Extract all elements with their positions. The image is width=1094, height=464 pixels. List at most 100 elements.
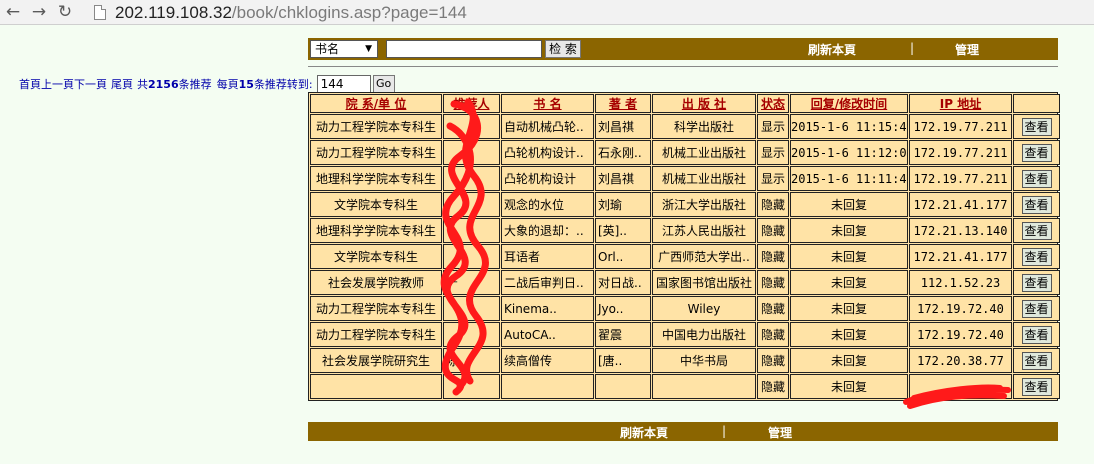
view-button[interactable]: 查看 xyxy=(1021,195,1052,214)
cell-recommender: 严 xyxy=(443,270,500,295)
cell-status: 隐藏 xyxy=(757,218,789,243)
cell-title[interactable]: 耳语者 xyxy=(501,244,594,269)
cell-title[interactable] xyxy=(501,374,594,399)
cell-recommender xyxy=(443,244,500,269)
cell-title[interactable]: 凸轮机构设计 xyxy=(501,166,594,191)
page-number-input[interactable] xyxy=(316,75,371,93)
cell-time: 未回复 xyxy=(790,322,908,347)
cell-author: 刘瑜 xyxy=(595,192,651,217)
view-button[interactable]: 查看 xyxy=(1021,143,1052,162)
view-button[interactable]: 查看 xyxy=(1021,299,1052,318)
address-bar[interactable]: 202.119.108.32/book/chklogins.asp?page=1… xyxy=(94,0,467,25)
cell-action: 查看 xyxy=(1013,114,1060,139)
prev-page-link[interactable]: 上一頁 xyxy=(41,76,74,92)
cell-time: 2015-1-6 11:12:01 xyxy=(790,140,908,165)
cell-author: 翟震 xyxy=(595,322,651,347)
cell-title[interactable]: 二战后审判日.. xyxy=(501,270,594,295)
view-button[interactable]: 查看 xyxy=(1021,117,1052,136)
cell-title[interactable]: 大象的退却：.. xyxy=(501,218,594,243)
toolbar-separator: | xyxy=(910,41,915,55)
per-page-suffix: 条推荐转到: xyxy=(253,78,313,91)
cell-recommender: 陈 xyxy=(443,348,500,373)
cell-recommender xyxy=(443,296,500,321)
col-header-time[interactable]: 回复/修改时间 xyxy=(790,94,908,113)
table-row: 隐藏 未回复 查看 xyxy=(310,374,1060,399)
last-page-link[interactable]: 尾頁 xyxy=(111,76,133,92)
table-row: 文学院本专科生 观念的水位 刘瑜 浙江大学出版社 隐藏 未回复 172.21.41.177 查… xyxy=(310,192,1060,217)
table-header-row: 院 系/单 位 推荐人 书 名 著 者 出 版 社 状态 回复/修改时间 IP … xyxy=(310,94,1060,113)
bottom-manage-link[interactable]: 管理 xyxy=(768,424,792,441)
cell-title[interactable]: AutoCA.. xyxy=(501,322,594,347)
view-button[interactable]: 查看 xyxy=(1021,169,1052,188)
cell-ip: 172.21.41.177 xyxy=(909,192,1012,217)
cell-action: 查看 xyxy=(1013,166,1060,191)
divider xyxy=(308,66,1058,67)
url-path: /book/chklogins.asp?page=144 xyxy=(231,2,467,22)
total-count: 2156 xyxy=(148,77,179,91)
manage-link[interactable]: 管理 xyxy=(955,41,979,58)
cell-title[interactable]: Kinema.. xyxy=(501,296,594,321)
cell-publisher: 广西师范大学出.. xyxy=(652,244,756,269)
cell-ip: 172.21.13.140 xyxy=(909,218,1012,243)
total-prefix: 共 xyxy=(137,78,148,91)
cell-status: 隐藏 xyxy=(757,244,789,269)
col-header-status: 状态 xyxy=(757,94,789,113)
cell-title[interactable]: 自动机械凸轮.. xyxy=(501,114,594,139)
cell-title[interactable]: 凸轮机构设计.. xyxy=(501,140,594,165)
cell-action: 查看 xyxy=(1013,192,1060,217)
go-button[interactable]: Go xyxy=(372,75,395,93)
col-header-author[interactable]: 著 者 xyxy=(595,94,651,113)
view-button[interactable]: 查看 xyxy=(1021,221,1052,240)
cell-publisher: Wiley xyxy=(652,296,756,321)
cell-action: 查看 xyxy=(1013,244,1060,269)
table-row: 地理科学学院本专科生 大象的退却：.. [英].. 江苏人民出版社 隐藏 未回复 172.2… xyxy=(310,218,1060,243)
cell-publisher: 江苏人民出版社 xyxy=(652,218,756,243)
col-header-recommender[interactable]: 推荐人 xyxy=(443,94,500,113)
col-header-title[interactable]: 书 名 xyxy=(501,94,594,113)
col-header-ip[interactable]: IP 地址 xyxy=(909,94,1012,113)
cell-ip: 112.1.52.23 xyxy=(909,270,1012,295)
view-button[interactable]: 查看 xyxy=(1021,273,1052,292)
search-field-select[interactable]: 书名 ▼ xyxy=(310,40,378,58)
reload-icon[interactable]: ↻ xyxy=(52,0,78,25)
cell-author: 刘昌祺 xyxy=(595,166,651,191)
view-button[interactable]: 查看 xyxy=(1021,247,1052,266)
browser-toolbar: ← → ↻ 202.119.108.32/book/chklogins.asp?… xyxy=(0,0,1094,25)
view-button[interactable]: 查看 xyxy=(1021,377,1052,396)
back-arrow-icon[interactable]: ← xyxy=(0,0,26,25)
cell-ip: 172.20.38.77 xyxy=(909,348,1012,373)
total-suffix: 条推荐 xyxy=(178,78,212,91)
cell-title[interactable]: 续高僧传 xyxy=(501,348,594,373)
view-button[interactable]: 查看 xyxy=(1021,351,1052,370)
cell-status: 隐藏 xyxy=(757,192,789,217)
cell-author: 石永刚.. xyxy=(595,140,651,165)
cell-dept: 文学院本专科生 xyxy=(310,192,442,217)
cell-recommender xyxy=(443,166,500,191)
cell-time: 未回复 xyxy=(790,374,908,399)
cell-publisher: 科学出版社 xyxy=(652,114,756,139)
cell-publisher: 中华书局 xyxy=(652,348,756,373)
forward-arrow-icon[interactable]: → xyxy=(26,0,52,25)
cell-publisher: 浙江大学出版社 xyxy=(652,192,756,217)
cell-status: 隐藏 xyxy=(757,374,789,399)
cell-time: 未回复 xyxy=(790,218,908,243)
next-page-link[interactable]: 下一頁 xyxy=(74,76,107,92)
cell-recommender xyxy=(443,140,500,165)
bottom-refresh-link[interactable]: 刷新本頁 xyxy=(620,424,668,441)
page-icon xyxy=(94,5,106,20)
cell-action: 查看 xyxy=(1013,374,1060,399)
search-input[interactable] xyxy=(386,40,542,58)
view-button[interactable]: 查看 xyxy=(1021,325,1052,344)
col-header-dept[interactable]: 院 系/单 位 xyxy=(310,94,442,113)
cell-dept: 地理科学学院本专科生 xyxy=(310,218,442,243)
cell-ip xyxy=(909,374,1012,399)
refresh-link[interactable]: 刷新本頁 xyxy=(808,41,856,58)
cell-title[interactable]: 观念的水位 xyxy=(501,192,594,217)
cell-author xyxy=(595,374,651,399)
search-button[interactable]: 检 索 xyxy=(545,40,581,58)
pagination: 首頁 上一頁 下一頁 尾頁 共 2156 条推荐 每頁 15 条推荐转到: Go xyxy=(19,75,395,93)
first-page-link[interactable]: 首頁 xyxy=(19,76,41,92)
table-row: 社会发展学院研究生陈续高僧传 [唐.. 中华书局 隐藏 未回复 172.20.38.77 查… xyxy=(310,348,1060,373)
cell-action: 查看 xyxy=(1013,270,1060,295)
col-header-publisher[interactable]: 出 版 社 xyxy=(652,94,756,113)
